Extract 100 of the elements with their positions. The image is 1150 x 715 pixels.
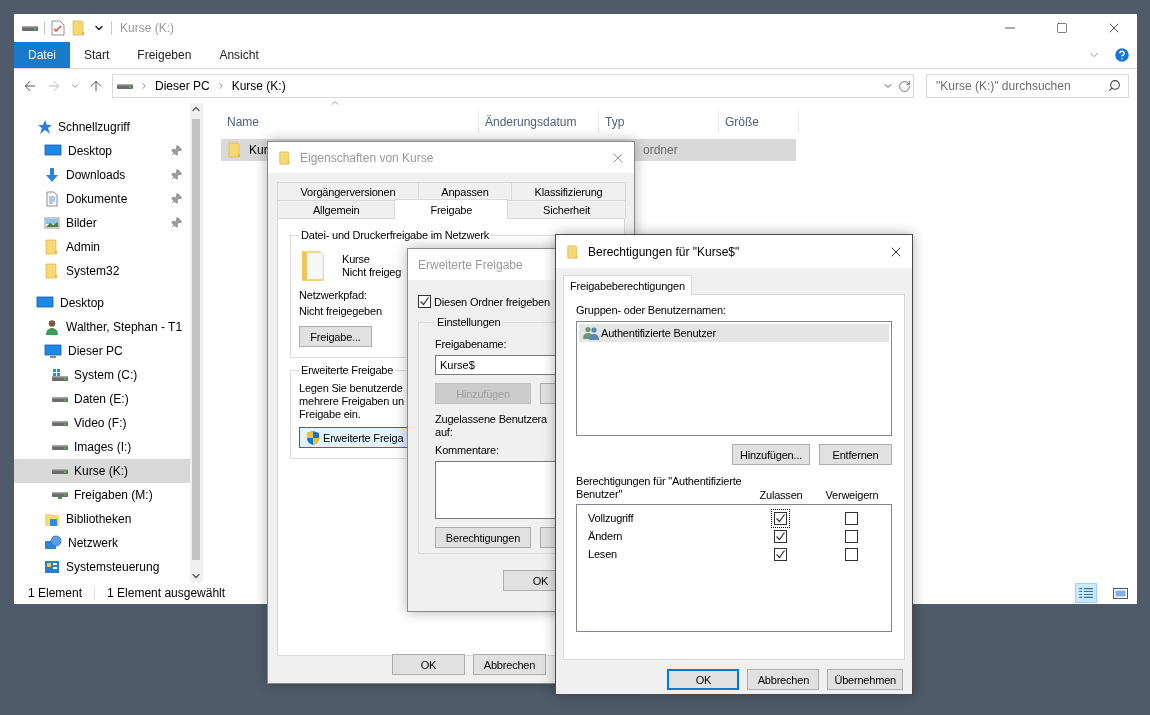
dialog-button[interactable]: OK — [392, 654, 465, 675]
sidebar-item[interactable]: System32 — [14, 259, 191, 283]
scroll-thumb[interactable] — [192, 119, 201, 560]
search-field[interactable]: "Kurse (K:)" durchsuchen — [926, 74, 1129, 98]
shield-icon — [306, 429, 320, 446]
folder-icon — [278, 150, 292, 165]
chevron-icon[interactable] — [139, 81, 149, 91]
details-view-icon — [1079, 588, 1093, 598]
sidebar-item[interactable]: Desktop — [14, 291, 191, 315]
drive-icon — [52, 396, 68, 402]
checkbox-label[interactable]: Diesen Ordner freigeben — [434, 295, 550, 308]
dialog-title: Erweiterte Freigabe — [418, 257, 523, 272]
tab[interactable]: Allgemein — [277, 200, 396, 218]
group-label: Einstellungen — [436, 316, 502, 328]
column-header: Verweigern — [824, 489, 880, 501]
permission-name: Lesen — [588, 548, 618, 560]
item-count: 1 Element — [28, 586, 83, 600]
folder-icon — [44, 239, 60, 255]
drive-icon — [52, 468, 68, 474]
sidebar-item[interactable]: Kurse (K:) — [14, 459, 191, 483]
image-icon — [44, 215, 60, 231]
column-header[interactable]: Name — [221, 111, 479, 133]
ribbon-tab[interactable]: Start — [70, 42, 124, 68]
tab[interactable]: Sicherheit — [507, 200, 626, 218]
dialog-button[interactable]: Abbrechen — [747, 669, 820, 690]
sidebar-item[interactable]: Video (F:) — [14, 411, 191, 435]
breadcrumb-item[interactable]: Dieser PC — [155, 79, 210, 93]
ribbon-tab[interactable]: Ansicht — [205, 42, 273, 68]
user-limit-label: auf: — [435, 426, 453, 439]
monitor-icon — [36, 295, 54, 311]
sidebar-item[interactable]: Daten (E:) — [14, 387, 191, 411]
user-list[interactable]: Authentifizierte Benutzer — [576, 321, 892, 436]
recent-locations-icon[interactable] — [70, 81, 80, 91]
description-line: Legen Sie benutzerde — [299, 382, 403, 395]
tab[interactable]: Freigabe — [394, 199, 509, 219]
search-icon[interactable] — [1108, 79, 1121, 92]
description-line: mehrere Freigaben un — [299, 395, 404, 408]
sidebar-item[interactable]: System (C:) — [14, 363, 191, 387]
column-header[interactable]: Änderungsdatum — [479, 111, 599, 133]
group-label: Erweiterte Freigabe — [300, 364, 395, 376]
details-view-button[interactable] — [1075, 583, 1097, 603]
drive-icon — [52, 420, 68, 426]
dialog-button[interactable]: Übernehmen — [827, 669, 903, 690]
tab[interactable]: Freigabeberechtigungen — [563, 275, 692, 295]
checkbox[interactable] — [418, 295, 431, 308]
checkbox[interactable] — [844, 511, 858, 525]
sidebar-item[interactable]: Admin — [14, 235, 191, 259]
list-button[interactable]: Hinzufügen... — [732, 444, 810, 465]
sidebar-item[interactable]: Schnellzugriff — [14, 115, 191, 139]
folder-name: Kurse — [342, 253, 370, 266]
list-button[interactable]: Entfernen — [819, 444, 892, 465]
control-panel-icon — [44, 559, 60, 575]
permission-name: Ändern — [588, 530, 624, 542]
sidebar-item[interactable]: Netzwerk — [14, 531, 191, 555]
monitor-icon — [44, 343, 62, 359]
person-icon — [44, 319, 60, 335]
sidebar-item[interactable]: Dokumente — [14, 187, 191, 211]
column-header: Zulassen — [758, 489, 804, 501]
scrollbar[interactable] — [190, 103, 203, 582]
sidebar-item[interactable]: Freigaben (M:) — [14, 483, 191, 507]
sidebar-item[interactable]: Images (I:) — [14, 435, 191, 459]
address-field[interactable]: Dieser PC Kurse (K:) — [112, 74, 914, 98]
sidebar-item[interactable]: Bilder — [14, 211, 191, 235]
refresh-icon[interactable] — [898, 79, 911, 93]
maximize-icon[interactable] — [1056, 22, 1068, 34]
folder-icon — [566, 244, 580, 259]
sidebar-item[interactable]: Systemsteuerung — [14, 555, 191, 579]
dialog-button[interactable]: OK — [667, 669, 740, 690]
checkbox[interactable] — [844, 529, 858, 543]
tab[interactable]: Vorgängerversionen — [277, 182, 419, 200]
tab[interactable]: Anpassen — [417, 182, 513, 200]
properties-icon[interactable] — [51, 20, 65, 36]
checkbox[interactable] — [844, 547, 858, 561]
sidebar-item[interactable]: Dieser PC — [14, 339, 191, 363]
tab[interactable]: Klassifizierung — [511, 182, 626, 200]
sidebar-item[interactable]: Desktop — [14, 139, 191, 163]
back-icon[interactable] — [22, 78, 38, 94]
dialog-title: Eigenschaften von Kurse — [300, 150, 434, 165]
breadcrumb-item[interactable]: Kurse (K:) — [231, 79, 286, 93]
checkbox[interactable] — [773, 547, 787, 561]
monitor-icon — [44, 143, 62, 159]
share-button[interactable]: Freigabe... — [299, 326, 372, 347]
up-icon[interactable] — [88, 78, 104, 94]
column-header[interactable]: Typ — [599, 111, 719, 133]
sidebar-item[interactable]: Bibliotheken — [14, 507, 191, 531]
path-value: Nicht freigegeben — [299, 305, 382, 318]
column-header[interactable]: Größe — [719, 111, 799, 133]
file-menu-tab[interactable]: Datei — [14, 42, 70, 68]
group-label: Datei- und Druckerfreigabe im Netzwerk — [300, 229, 491, 241]
help-icon[interactable] — [1113, 46, 1131, 64]
checkbox[interactable] — [773, 529, 787, 543]
dialog-button[interactable]: Abbrechen — [473, 654, 546, 675]
sidebar-item[interactable]: Downloads — [14, 163, 191, 187]
user-list-item[interactable]: Authentifizierte Benutzer — [579, 324, 889, 342]
new-folder-icon — [71, 20, 87, 36]
file-type: ordner — [642, 143, 678, 157]
large-icons-view-icon — [1112, 587, 1128, 599]
ribbon-tab[interactable]: Freigeben — [123, 42, 206, 68]
sidebar-item[interactable]: Walther, Stephan - T1 — [14, 315, 191, 339]
permissions-button[interactable]: Berechtigungen — [435, 527, 531, 548]
